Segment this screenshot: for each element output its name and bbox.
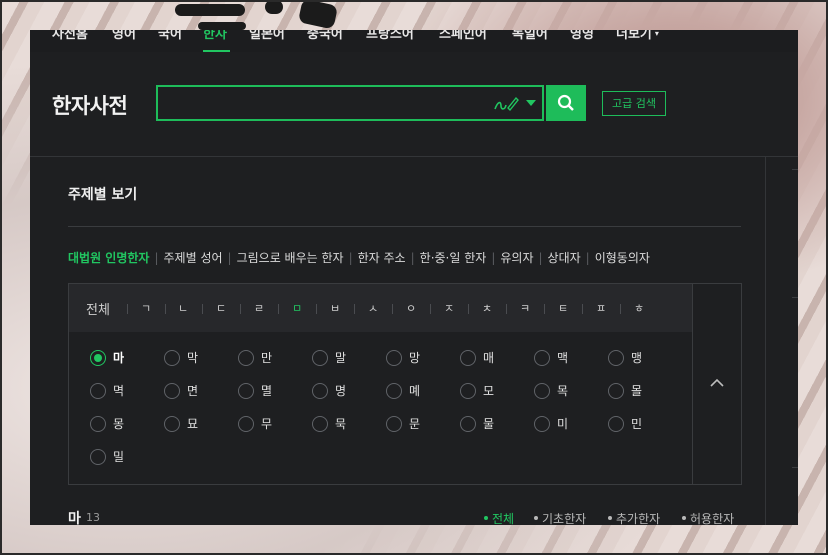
radio-icon: [164, 383, 180, 399]
consonant-nieun[interactable]: ㄴ: [172, 300, 194, 316]
advanced-search-button[interactable]: 고급 검색: [602, 91, 666, 116]
radio-icon: [312, 350, 328, 366]
radio-icon: [312, 416, 328, 432]
radio-icon: [386, 383, 402, 399]
radio-icon: [238, 383, 254, 399]
search-icon: [557, 94, 574, 111]
nav-item-german[interactable]: 독일어: [512, 30, 548, 42]
nav-item-japanese[interactable]: 일본어: [249, 30, 285, 42]
filter-additional[interactable]: 추가한자: [608, 510, 660, 525]
topic-tab-synonyms[interactable]: 유의자: [500, 251, 533, 265]
nav-item-chinese[interactable]: 중국어: [307, 30, 343, 42]
nav-item-english[interactable]: 영어: [112, 30, 136, 42]
consonant-hieut[interactable]: ㅎ: [628, 300, 650, 316]
site-title[interactable]: 한자사전: [52, 90, 128, 120]
radio-icon: [238, 350, 254, 366]
search-button[interactable]: [546, 85, 586, 121]
search-input[interactable]: [164, 91, 488, 117]
top-nav: 사전홈 영어 국어 한자 일본어 중국어 프랑스어 스페인어 독일어 영영 더보…: [30, 30, 798, 52]
nav-item-home[interactable]: 사전홈: [52, 30, 88, 42]
radio-icon: [90, 449, 106, 465]
radio-icon: [460, 350, 476, 366]
result-syllable: 마: [68, 511, 81, 525]
radio-checked-icon: [90, 350, 106, 366]
section-title: 주제별 보기: [68, 187, 138, 203]
result-count: 13: [86, 511, 100, 524]
radio-icon: [238, 416, 254, 432]
radio-icon: [164, 350, 180, 366]
consonant-digeut[interactable]: ㄷ: [210, 300, 232, 316]
topic-tabs: 대법원 인명한자 | 주제별 성어 | 그림으로 배우는 한자 | 한자 주소 | 한·중·일 …: [68, 251, 650, 265]
header: 한자사전 고급 검색: [30, 52, 798, 157]
nav-item-french[interactable]: 프랑스어: [366, 30, 414, 42]
radio-icon: [608, 350, 624, 366]
dropdown-arrow-icon[interactable]: [526, 100, 536, 106]
consonant-all[interactable]: 전체: [86, 299, 110, 318]
result-header: 마 13 전체 기초한자 추가한자 허용한자: [68, 508, 742, 525]
consonant-tieut[interactable]: ㅌ: [552, 300, 574, 316]
search-box: [156, 85, 544, 121]
topic-tab-antonyms[interactable]: 상대자: [548, 251, 581, 265]
divider: [68, 226, 741, 227]
radio-icon: [90, 383, 106, 399]
topic-tab-picture-hanja[interactable]: 그림으로 배우는 한자: [237, 251, 344, 265]
topic-tab-variants[interactable]: 이형동의자: [595, 251, 650, 265]
nav-item-spanish[interactable]: 스페인어: [439, 30, 487, 42]
topic-panel: 주제별 보기 대법원 인명한자 | 주제별 성어 | 그림으로 배우는 한자 | 한자 주소…: [30, 157, 765, 525]
nav-item-english-english[interactable]: 영영: [570, 30, 594, 42]
radio-icon: [460, 383, 476, 399]
radio-icon: [608, 416, 624, 432]
consonant-pieup[interactable]: ㅍ: [590, 300, 612, 316]
consonant-bieup[interactable]: ㅂ: [324, 300, 346, 316]
filter-all[interactable]: 전체: [484, 510, 514, 525]
handwriting-input-icon[interactable]: [493, 95, 519, 113]
filter-allowed[interactable]: 허용한자: [682, 510, 734, 525]
consonant-rieul[interactable]: ㄹ: [248, 300, 270, 316]
radio-icon: [534, 383, 550, 399]
radio-icon: [386, 416, 402, 432]
syllable-filter-box: 전체 ㄱ ㄴ ㄷ ㄹ ㅁ ㅂ ㅅ ㅇ ㅈ ㅊ ㅋ ㅌ ㅍ ㅎ 마 막 만 말 망…: [68, 283, 742, 485]
browser-page: 사전홈 영어 국어 한자 일본어 중국어 프랑스어 스페인어 독일어 영영 더보…: [30, 30, 798, 525]
radio-icon: [386, 350, 402, 366]
consonant-jieut[interactable]: ㅈ: [438, 300, 460, 316]
consonant-siot[interactable]: ㅅ: [362, 300, 384, 316]
topic-tab-kcj-hanja[interactable]: 한·중·일 한자: [420, 251, 487, 265]
consonant-mieum[interactable]: ㅁ: [286, 300, 308, 316]
topic-tab-court-name-hanja[interactable]: 대법원 인명한자: [68, 251, 149, 265]
consonant-giyeok[interactable]: ㄱ: [135, 300, 157, 316]
radio-icon: [460, 416, 476, 432]
chevron-up-icon: [710, 378, 724, 387]
consonant-kieuk[interactable]: ㅋ: [514, 300, 536, 316]
collapse-button[interactable]: [693, 284, 741, 484]
radio-icon: [312, 383, 328, 399]
radio-icon: [534, 350, 550, 366]
radio-icon: [534, 416, 550, 432]
radio-icon: [164, 416, 180, 432]
filter-basic[interactable]: 기초한자: [534, 510, 586, 525]
consonant-ieung[interactable]: ㅇ: [400, 300, 422, 316]
consonant-chieut[interactable]: ㅊ: [476, 300, 498, 316]
nav-item-korean[interactable]: 국어: [158, 30, 182, 42]
consonant-bar: 전체 ㄱ ㄴ ㄷ ㄹ ㅁ ㅂ ㅅ ㅇ ㅈ ㅊ ㅋ ㅌ ㅍ ㅎ: [69, 284, 692, 332]
chevron-down-icon: ▾: [654, 30, 659, 38]
right-sidebar-clipped: [766, 157, 798, 525]
radio-icon: [90, 416, 106, 432]
radio-icon: [608, 383, 624, 399]
topic-tab-idioms[interactable]: 주제별 성어: [164, 251, 223, 265]
nav-item-hanja[interactable]: 한자: [203, 30, 227, 42]
topic-tab-hanja-address[interactable]: 한자 주소: [358, 251, 406, 265]
nav-item-more[interactable]: 더보기 ▾: [616, 30, 659, 42]
